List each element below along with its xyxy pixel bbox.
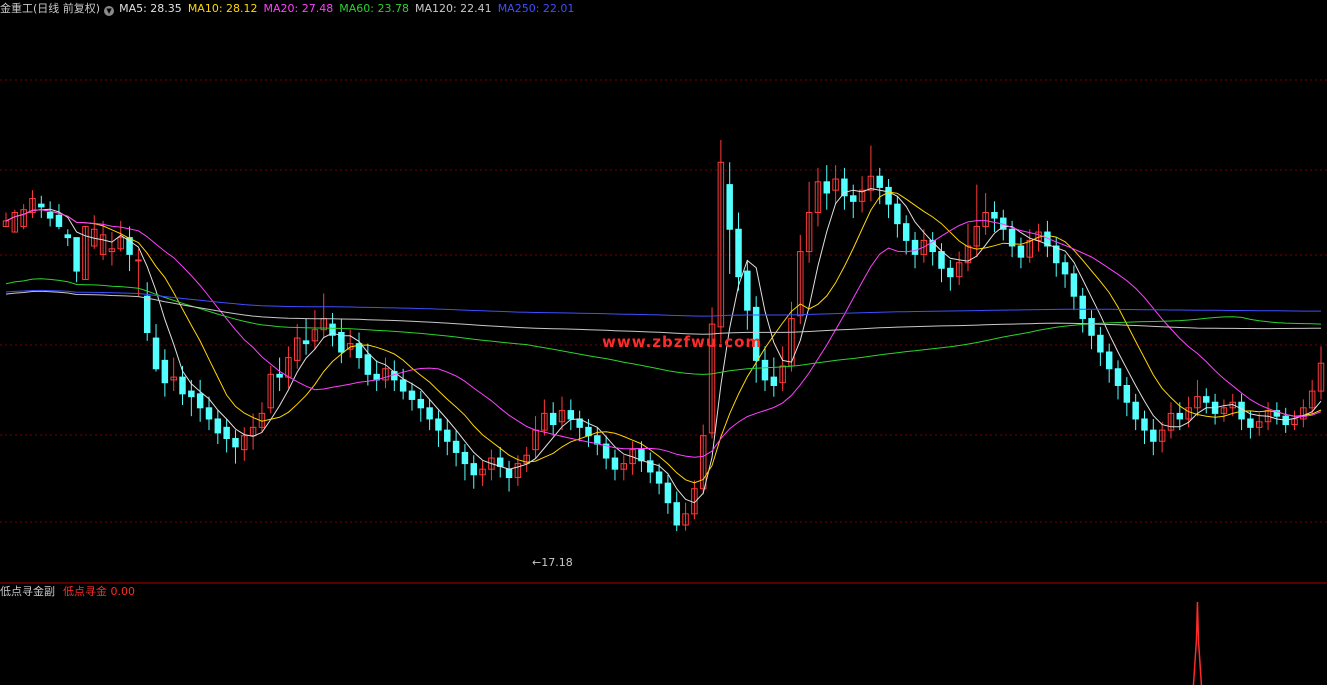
candle-body bbox=[1114, 368, 1122, 386]
candle-body bbox=[179, 376, 186, 395]
candle-body bbox=[496, 457, 504, 467]
candle-body bbox=[214, 418, 222, 434]
candle-body bbox=[1150, 429, 1157, 442]
ma-legend-item: MA5: 28.35 bbox=[119, 2, 182, 15]
ma-legend-item: MA250: 22.01 bbox=[497, 2, 575, 15]
candle-body bbox=[444, 429, 451, 442]
candle-body bbox=[1070, 273, 1078, 297]
candle-body bbox=[1203, 396, 1210, 403]
candle-body bbox=[73, 237, 80, 272]
candle-body bbox=[364, 354, 372, 375]
sub-indicator-label: 低点寻金 bbox=[63, 585, 107, 598]
candle-body bbox=[735, 228, 742, 278]
candle-body bbox=[1176, 412, 1184, 420]
candle-body bbox=[46, 212, 54, 219]
candle-body bbox=[885, 186, 892, 205]
candle-body bbox=[205, 407, 213, 420]
candle-body bbox=[435, 418, 442, 431]
candle-body bbox=[947, 267, 954, 278]
candle-body bbox=[1141, 418, 1148, 431]
candle-body bbox=[152, 337, 160, 370]
ma-legend-item: MA20: 27.48 bbox=[263, 2, 334, 15]
sub-panel-title: 低点寻金副 bbox=[0, 585, 55, 598]
candle-body bbox=[850, 195, 857, 202]
candle-body bbox=[841, 178, 848, 197]
candle-body bbox=[1061, 262, 1069, 275]
candle-body bbox=[188, 390, 195, 398]
candle-body bbox=[1247, 418, 1254, 428]
watermark-text: www.zbzfwu.com bbox=[602, 333, 763, 351]
candle-body bbox=[594, 435, 601, 445]
ma-legend-item: MA10: 28.12 bbox=[187, 2, 258, 15]
candle-body bbox=[894, 203, 901, 225]
candle-body bbox=[823, 181, 831, 194]
candle-body bbox=[991, 212, 998, 219]
candle-body bbox=[1079, 295, 1086, 320]
ma-legend-item: MA60: 23.78 bbox=[339, 2, 409, 15]
candle-body bbox=[911, 239, 919, 255]
candle-body bbox=[673, 502, 680, 526]
candle-body bbox=[399, 379, 407, 392]
ma-line-ma120 bbox=[5, 290, 1322, 335]
candle-body bbox=[276, 373, 283, 378]
low-point-label: ←17.18 bbox=[532, 556, 573, 569]
candle-body bbox=[505, 468, 513, 479]
candle-body bbox=[408, 390, 416, 400]
candle-body bbox=[938, 251, 945, 269]
ma-line-ma60 bbox=[5, 278, 1322, 375]
candle-body bbox=[196, 393, 204, 409]
candle-body bbox=[143, 295, 151, 333]
candle-body bbox=[611, 457, 619, 470]
settings-toggle-icon[interactable]: ▼ bbox=[104, 6, 115, 16]
sub-indicator-value: 0.00 bbox=[110, 585, 136, 598]
candle-body bbox=[770, 376, 778, 386]
candle-body bbox=[470, 463, 477, 476]
sub-indicator-spike bbox=[1192, 601, 1203, 685]
candle-body bbox=[664, 482, 672, 504]
candle-body bbox=[232, 438, 239, 448]
candle-body bbox=[761, 359, 769, 381]
candle-body bbox=[1238, 401, 1245, 420]
candle-body bbox=[302, 340, 310, 345]
ma-legend-item: MA120: 22.41 bbox=[414, 2, 492, 15]
candle-body bbox=[417, 398, 425, 409]
candle-body bbox=[1123, 384, 1131, 403]
candle-body bbox=[876, 175, 883, 188]
candle-body bbox=[1088, 318, 1095, 336]
sub-panel-header: 低点寻金副 低点寻金 0.00 bbox=[0, 585, 135, 599]
candle-body bbox=[38, 203, 45, 208]
candle-body bbox=[391, 371, 398, 381]
candle-body bbox=[1105, 351, 1113, 370]
candle-body bbox=[1097, 334, 1104, 353]
candle-body bbox=[1132, 401, 1139, 420]
stock-title: 金重工(日线 前复权) bbox=[0, 2, 101, 15]
candle-body bbox=[452, 440, 460, 453]
candle-body bbox=[161, 359, 169, 384]
candle-body bbox=[135, 259, 142, 262]
candle-body bbox=[55, 214, 63, 227]
candle-body bbox=[223, 426, 230, 439]
candle-body bbox=[567, 410, 575, 420]
candle-body bbox=[744, 270, 751, 311]
candle-body bbox=[726, 184, 733, 230]
candle-body bbox=[549, 412, 557, 426]
ma-legend: MA5: 28.35 MA10: 28.12 MA20: 27.48 MA60: 23… bbox=[119, 2, 580, 15]
candle-body bbox=[461, 451, 469, 465]
ma-line-ma250 bbox=[5, 289, 1321, 317]
main-chart-header: 金重工(日线 前复权) ▼ MA5: 28.35 MA10: 28.12 MA20: 2… bbox=[0, 1, 586, 17]
candle-body bbox=[64, 234, 72, 239]
candle-body bbox=[426, 407, 433, 420]
candle-body bbox=[655, 471, 663, 484]
candle-body bbox=[902, 223, 910, 241]
candle-body bbox=[1017, 245, 1025, 258]
